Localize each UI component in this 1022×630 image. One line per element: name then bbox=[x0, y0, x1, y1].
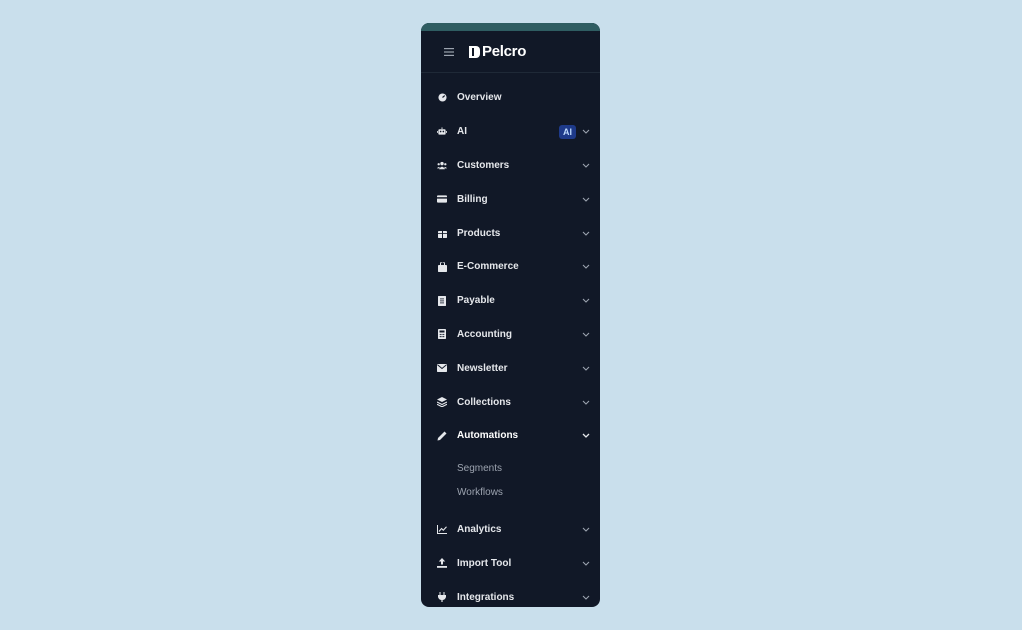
chevron-down-icon[interactable] bbox=[581, 262, 590, 271]
nav-label: Integrations bbox=[457, 591, 515, 603]
nav-item-customers[interactable]: Customers bbox=[421, 149, 600, 183]
shopping-bag-icon bbox=[437, 261, 447, 272]
nav-item-payable[interactable]: Payable bbox=[421, 284, 600, 318]
chart-line-icon bbox=[437, 525, 447, 535]
sidebar-accent-bar bbox=[421, 23, 600, 31]
chevron-down-icon[interactable] bbox=[581, 127, 590, 136]
robot-icon bbox=[437, 127, 447, 137]
nav-label: Customers bbox=[457, 159, 510, 171]
chevron-down-icon[interactable] bbox=[581, 161, 590, 170]
calculator-icon bbox=[437, 329, 447, 340]
credit-card-icon bbox=[437, 194, 447, 204]
sidebar: Pelcro Overview AI AI Customers Billing … bbox=[421, 23, 600, 607]
nav-label: E-Commerce bbox=[457, 261, 519, 273]
chevron-down-icon[interactable] bbox=[581, 559, 590, 568]
brand-logo[interactable]: Pelcro bbox=[467, 43, 526, 60]
chevron-down-icon[interactable] bbox=[581, 364, 590, 373]
nav-label: Import Tool bbox=[457, 557, 512, 569]
nav-label: Accounting bbox=[457, 328, 512, 340]
sidebar-header: Pelcro bbox=[421, 31, 600, 73]
nav-item-integrations[interactable]: Integrations bbox=[421, 580, 600, 607]
chevron-down-icon[interactable] bbox=[581, 525, 590, 534]
nav-item-products[interactable]: Products bbox=[421, 216, 600, 250]
chevron-down-icon[interactable] bbox=[581, 593, 590, 602]
chevron-down-icon[interactable] bbox=[581, 195, 590, 204]
nav-label: Billing bbox=[457, 193, 488, 205]
ai-badge: AI bbox=[559, 124, 576, 139]
plug-icon bbox=[437, 592, 447, 603]
chevron-down-icon[interactable] bbox=[581, 330, 590, 339]
upload-icon bbox=[437, 558, 447, 569]
nav-item-import-tool[interactable]: Import Tool bbox=[421, 547, 600, 581]
pelcro-logo-icon bbox=[469, 45, 480, 58]
chevron-down-icon[interactable] bbox=[581, 296, 590, 305]
chevron-down-icon[interactable] bbox=[581, 398, 590, 407]
dashboard-icon bbox=[437, 93, 447, 103]
nav-label: Analytics bbox=[457, 524, 502, 536]
users-icon bbox=[437, 160, 447, 170]
nav-menu: Overview AI AI Customers Billing Product… bbox=[421, 73, 600, 607]
nav-item-ai[interactable]: AI AI bbox=[421, 115, 600, 149]
receipt-icon bbox=[437, 295, 447, 306]
nav-item-collections[interactable]: Collections bbox=[421, 385, 600, 419]
layers-icon bbox=[437, 397, 447, 408]
nav-item-accounting[interactable]: Accounting bbox=[421, 318, 600, 352]
automations-submenu: Segments Workflows bbox=[421, 453, 600, 513]
subitem-workflows[interactable]: Workflows bbox=[421, 481, 600, 505]
nav-item-newsletter[interactable]: Newsletter bbox=[421, 351, 600, 385]
pencil-icon bbox=[437, 431, 447, 441]
nav-item-overview[interactable]: Overview bbox=[421, 81, 600, 115]
nav-label: Automations bbox=[457, 430, 519, 442]
menu-icon[interactable] bbox=[441, 44, 457, 60]
chevron-down-icon[interactable] bbox=[581, 229, 590, 238]
nav-label: Overview bbox=[457, 92, 502, 104]
nav-label: Payable bbox=[457, 295, 495, 307]
nav-item-analytics[interactable]: Analytics bbox=[421, 513, 600, 547]
brand-name: Pelcro bbox=[482, 43, 527, 60]
envelope-icon bbox=[437, 363, 447, 373]
chevron-down-icon[interactable] bbox=[581, 431, 590, 440]
nav-item-automations[interactable]: Automations bbox=[421, 419, 600, 453]
subitem-segments[interactable]: Segments bbox=[421, 457, 600, 481]
nav-label: Newsletter bbox=[457, 362, 508, 374]
nav-item-billing[interactable]: Billing bbox=[421, 182, 600, 216]
nav-label: AI bbox=[457, 126, 467, 138]
gift-icon bbox=[437, 228, 447, 238]
nav-item-ecommerce[interactable]: E-Commerce bbox=[421, 250, 600, 284]
nav-label: Collections bbox=[457, 396, 511, 408]
nav-label: Products bbox=[457, 227, 501, 239]
